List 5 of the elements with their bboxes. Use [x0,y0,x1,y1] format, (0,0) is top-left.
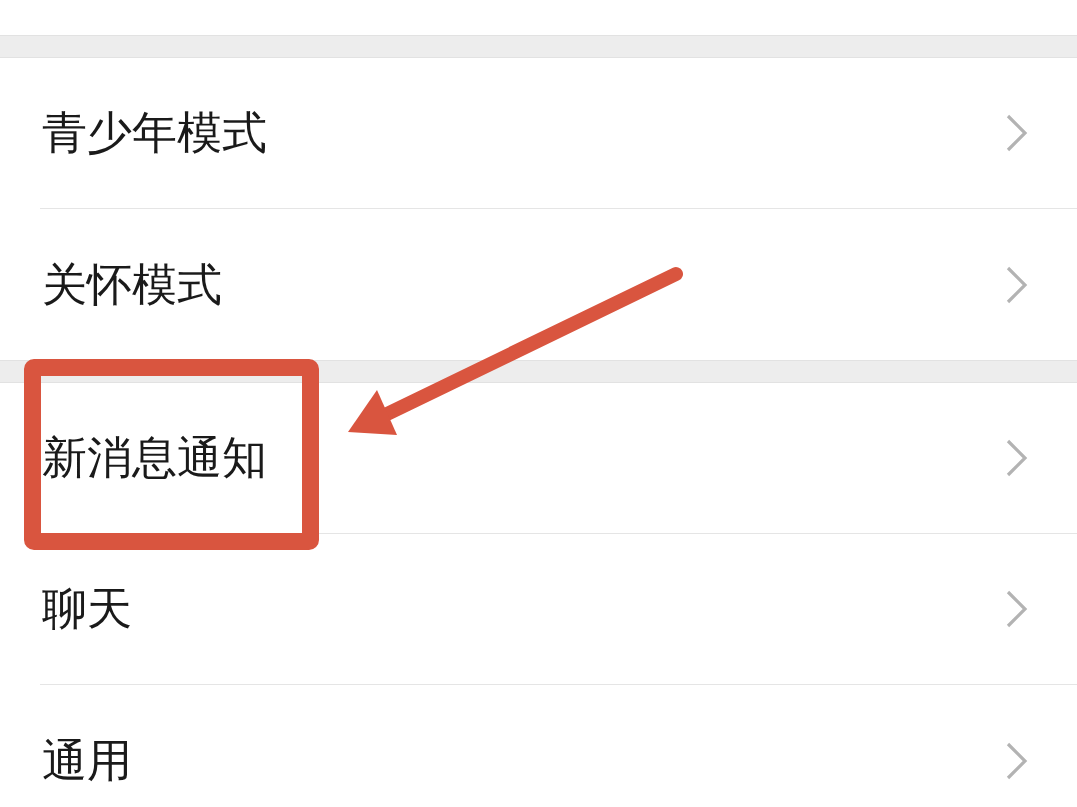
chevron-right-icon [1006,741,1028,780]
chevron-right-icon [1006,265,1028,304]
chevron-right-icon [1006,114,1028,152]
chevron-right-icon [1006,590,1028,628]
chevron-right-icon [1006,439,1028,477]
